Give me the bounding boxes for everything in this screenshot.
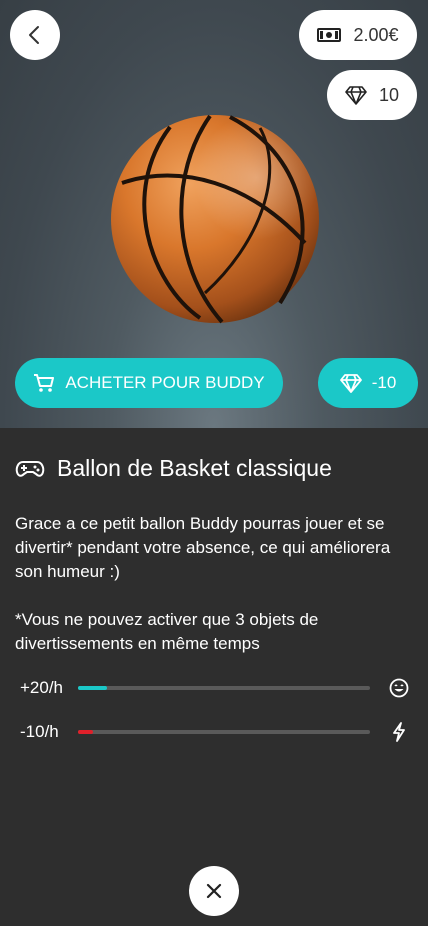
gem-value: 10	[378, 84, 400, 105]
gem-balance: 10	[327, 70, 417, 120]
lightning-icon	[388, 721, 410, 743]
currency-value: 2.00€	[353, 24, 399, 45]
mood-stat-bar	[78, 686, 370, 690]
currency-balance: 2.00€	[299, 10, 417, 60]
energy-stat-fill	[78, 730, 93, 734]
smile-icon	[388, 677, 410, 699]
close-button[interactable]	[189, 866, 239, 916]
diamond-icon	[345, 86, 367, 105]
mood-stat: +20/h	[20, 677, 415, 699]
item-title: Ballon de Basket classique	[57, 455, 332, 481]
item-title-row: Ballon de Basket classique	[15, 455, 332, 482]
gamepad-icon	[15, 460, 45, 477]
cart-icon	[34, 374, 55, 392]
mood-stat-fill	[78, 686, 108, 690]
gem-cost-label: -10	[371, 373, 397, 392]
item-description: Grace a ce petit ballon Buddy pourras jo…	[15, 512, 415, 680]
buy-button[interactable]: ACHETER POUR BUDDY	[15, 358, 283, 408]
diamond-icon	[339, 374, 362, 393]
close-icon	[206, 883, 222, 899]
description-text: Grace a ce petit ballon Buddy pourras jo…	[15, 514, 391, 581]
mood-stat-label: +20/h	[20, 678, 64, 697]
energy-stat: -10/h	[20, 721, 415, 743]
gem-buy-button[interactable]: -10	[318, 358, 418, 408]
energy-stat-bar	[78, 730, 370, 734]
chevron-left-icon	[29, 26, 39, 44]
activation-note: *Vous ne pouvez activer que 3 objets de …	[15, 610, 319, 653]
back-button[interactable]	[10, 10, 60, 60]
buy-button-label: ACHETER POUR BUDDY	[65, 373, 265, 392]
basketball-image	[111, 114, 319, 324]
banknote-icon	[317, 28, 342, 42]
product-hero: 2.00€ 10 ACHETER POUR BUDDY -10	[0, 0, 428, 428]
energy-stat-label: -10/h	[20, 722, 59, 741]
